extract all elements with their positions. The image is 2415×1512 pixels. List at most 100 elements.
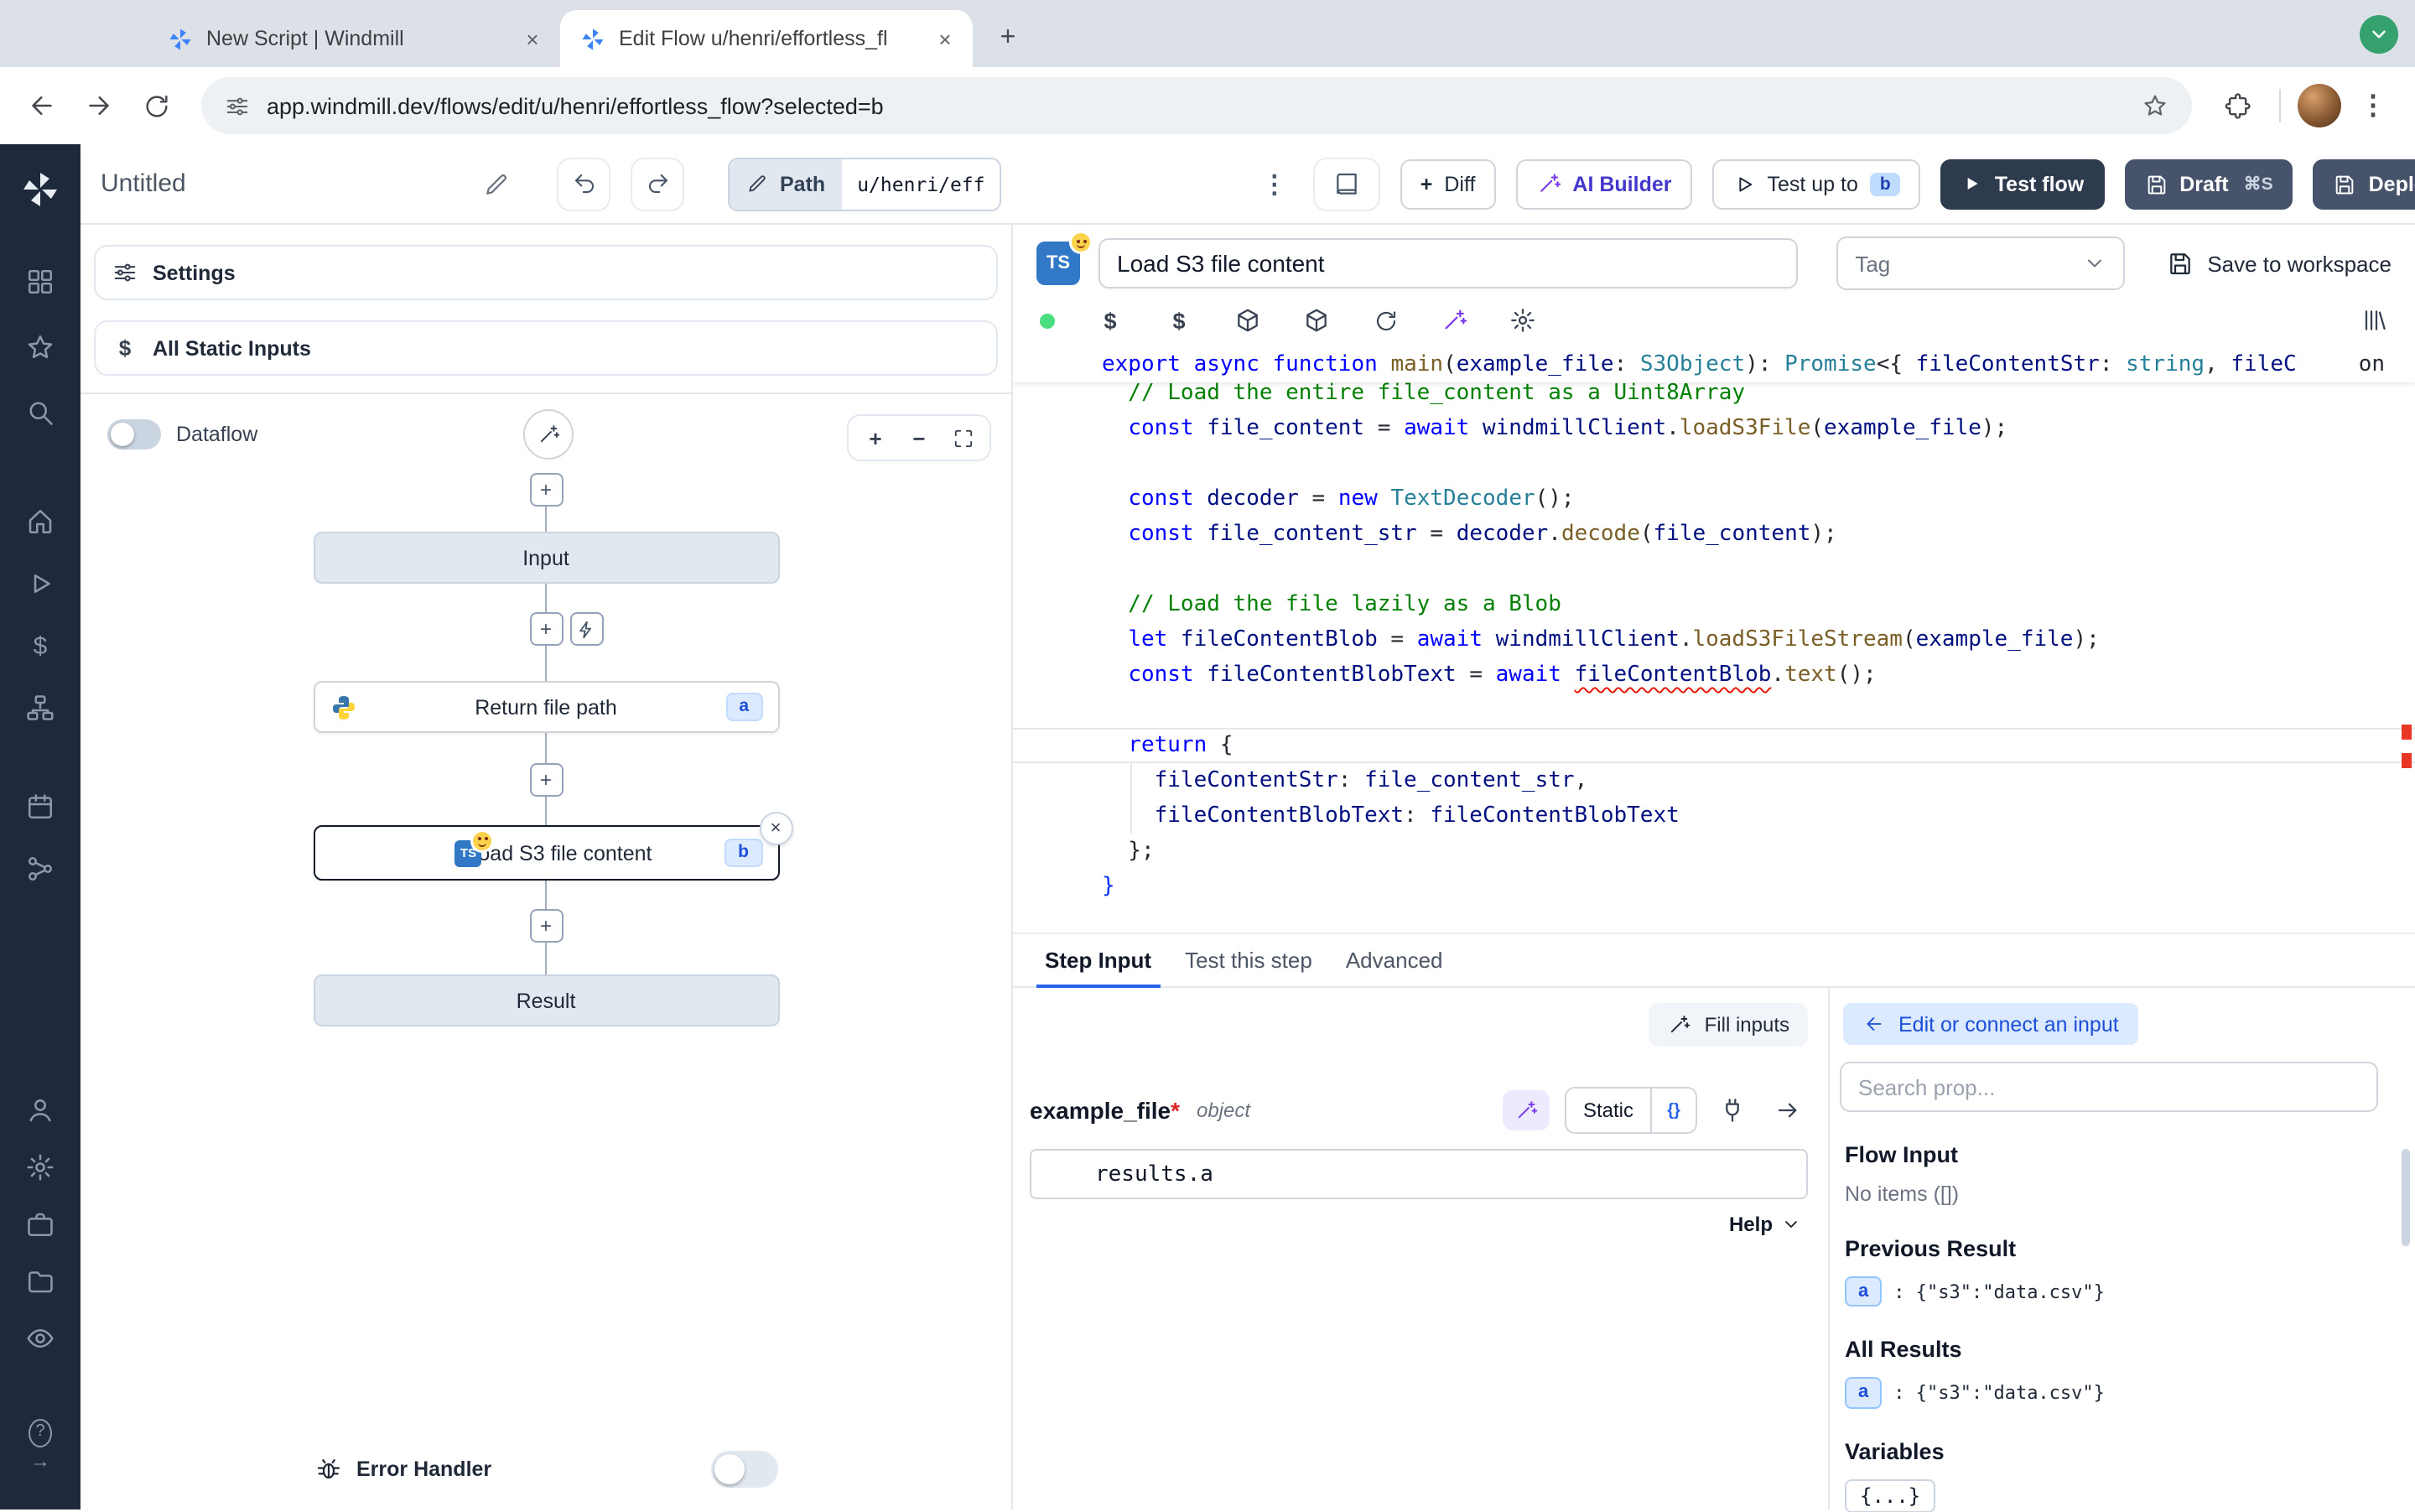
save-to-workspace-button[interactable]: Save to workspace	[2143, 250, 2392, 277]
dataflow-toggle[interactable]	[107, 419, 161, 449]
resources-icon[interactable]	[25, 693, 55, 723]
step-node-b-selected[interactable]: TS Load S3 file content b ×	[313, 825, 779, 881]
diff-button[interactable]: + Diff	[1400, 158, 1496, 209]
path-button[interactable]: Path	[730, 158, 842, 209]
result-badge[interactable]: a	[1845, 1378, 1882, 1409]
expression-value[interactable]: results.a	[1095, 1161, 1213, 1187]
back-button[interactable]	[17, 81, 67, 131]
add-step-button[interactable]: +	[529, 763, 563, 797]
package-icon[interactable]	[1303, 307, 1330, 334]
browser-tab-new-script[interactable]: New Script | Windmill ×	[148, 10, 560, 67]
ai-builder-button[interactable]: AI Builder	[1515, 158, 1691, 209]
bookmark-star-icon[interactable]	[2142, 92, 2168, 119]
result-badge[interactable]: a	[1845, 1276, 1882, 1307]
fit-view-button[interactable]	[951, 426, 974, 449]
variables-icon[interactable]: $	[25, 631, 55, 661]
code-line[interactable]: let fileContentBlob = await windmillClie…	[1013, 622, 2415, 657]
code-lines[interactable]: // Load the entire file_content as a Uin…	[1013, 376, 2415, 904]
extensions-icon[interactable]	[2212, 81, 2262, 131]
connect-input-button[interactable]	[1712, 1090, 1753, 1130]
expression-mode-button[interactable]: {}	[1650, 1089, 1696, 1132]
url-text[interactable]: app.windmill.dev/flows/edit/u/henri/effo…	[267, 93, 2125, 118]
settings-gear-icon[interactable]	[25, 1152, 55, 1182]
ai-flow-button[interactable]	[522, 409, 573, 460]
add-trigger-button[interactable]	[569, 612, 603, 646]
zoom-in-button[interactable]: +	[864, 426, 887, 449]
browser-tab-edit-flow[interactable]: Edit Flow u/henri/effortless_fl ×	[560, 10, 973, 67]
add-step-button[interactable]: +	[529, 909, 563, 943]
variables-picker-icon[interactable]: $	[1097, 307, 1124, 334]
all-static-inputs-button[interactable]: $ All Static Inputs	[94, 320, 998, 376]
insert-arrow-button[interactable]	[1768, 1090, 1808, 1130]
tab-close-icon[interactable]: ×	[931, 24, 959, 53]
home-icon[interactable]	[25, 507, 55, 537]
search-prop-input[interactable]	[1840, 1062, 2378, 1112]
reload-button[interactable]	[131, 81, 181, 131]
all-results-row[interactable]: a : {"s3":"data.csv"}	[1845, 1378, 2395, 1409]
resources-picker-icon[interactable]: $	[1166, 307, 1192, 334]
apps-icon[interactable]	[25, 267, 55, 297]
delete-step-button[interactable]: ×	[759, 812, 792, 845]
tab-advanced[interactable]: Advanced	[1337, 934, 1452, 986]
path-value[interactable]: u/henri/eff	[842, 158, 1000, 209]
undo-button[interactable]	[557, 157, 610, 210]
ai-assist-icon[interactable]	[1441, 307, 1467, 334]
editor-settings-icon[interactable]	[1509, 307, 1536, 334]
triggers-icon[interactable]	[25, 854, 55, 884]
test-flow-button[interactable]: Test flow	[1941, 158, 2105, 209]
code-line[interactable]	[1013, 446, 2415, 481]
previous-result-row[interactable]: a : {"s3":"data.csv"}	[1845, 1276, 2395, 1307]
flow-title[interactable]: Untitled	[101, 169, 186, 198]
zoom-out-button[interactable]: −	[907, 426, 931, 449]
code-line[interactable]: };	[1013, 834, 2415, 869]
tag-select[interactable]: Tag	[1836, 236, 2125, 290]
windmill-logo[interactable]	[20, 169, 60, 210]
step-node-a[interactable]: Return file path a	[313, 681, 779, 733]
variables-badge[interactable]: {...}	[1845, 1478, 1935, 1512]
url-bar[interactable]: app.windmill.dev/flows/edit/u/henri/effo…	[201, 77, 2192, 134]
expression-editor[interactable]: results.a	[1030, 1149, 1808, 1199]
more-options-icon[interactable]: ⋮	[1256, 169, 1293, 199]
code-line[interactable]: }	[1013, 869, 2415, 904]
tab-step-input[interactable]: Step Input	[1036, 934, 1160, 986]
browser-menu-icon[interactable]: ⋮	[2348, 81, 2398, 131]
reload-deps-icon[interactable]	[1372, 307, 1399, 334]
code-line[interactable]: const fileContentBlobText = await fileCo…	[1013, 657, 2415, 693]
code-sticky-line[interactable]: export async function main(example_file:…	[1013, 347, 2415, 382]
library-icon[interactable]	[2361, 307, 2388, 334]
code-line[interactable]: fileContentStr: file_content_str,	[1013, 763, 2415, 798]
site-settings-icon[interactable]	[225, 93, 250, 118]
code-line[interactable]: return {	[1013, 728, 2415, 763]
tab-close-icon[interactable]: ×	[518, 24, 547, 53]
forward-button[interactable]	[74, 81, 124, 131]
error-handler-toggle[interactable]	[710, 1451, 777, 1488]
static-mode-button[interactable]: Static	[1566, 1089, 1650, 1132]
profile-avatar[interactable]	[2298, 84, 2341, 127]
tab-test-this-step[interactable]: Test this step	[1176, 934, 1321, 986]
edit-title-icon[interactable]	[483, 170, 510, 197]
edit-or-connect-banner[interactable]: Edit or connect an input	[1843, 1003, 2139, 1045]
favorites-icon[interactable]	[25, 332, 55, 362]
schedules-icon[interactable]	[25, 792, 55, 822]
ai-fill-button[interactable]	[1503, 1090, 1550, 1130]
docs-button[interactable]	[1313, 157, 1380, 210]
runs-icon[interactable]	[25, 569, 55, 599]
flow-settings-button[interactable]: Settings	[94, 245, 998, 300]
new-tab-button[interactable]: +	[986, 17, 1030, 60]
add-step-button[interactable]: +	[529, 612, 563, 646]
test-up-to-button[interactable]: Test up to b	[1712, 158, 1921, 209]
scrollbar-thumb[interactable]	[2402, 1149, 2410, 1246]
redo-button[interactable]	[631, 157, 684, 210]
draft-button[interactable]: Draft ⌘S	[2124, 158, 2293, 209]
deploy-button[interactable]: Deploy	[2314, 158, 2415, 209]
code-line[interactable]: const file_content_str = decoder.decode(…	[1013, 517, 2415, 552]
code-line[interactable]: fileContentBlobText: fileContentBlobText	[1013, 798, 2415, 834]
code-line[interactable]: const decoder = new TextDecoder();	[1013, 481, 2415, 517]
search-icon[interactable]	[25, 397, 55, 428]
help-icon[interactable]: ?	[29, 1421, 52, 1444]
tab-search-button[interactable]	[2360, 15, 2398, 54]
fill-inputs-button[interactable]: Fill inputs	[1649, 1003, 1808, 1047]
path-control[interactable]: Path u/henri/eff	[728, 157, 1002, 210]
code-line[interactable]	[1013, 693, 2415, 728]
code-line[interactable]: // Load the file lazily as a Blob	[1013, 587, 2415, 622]
